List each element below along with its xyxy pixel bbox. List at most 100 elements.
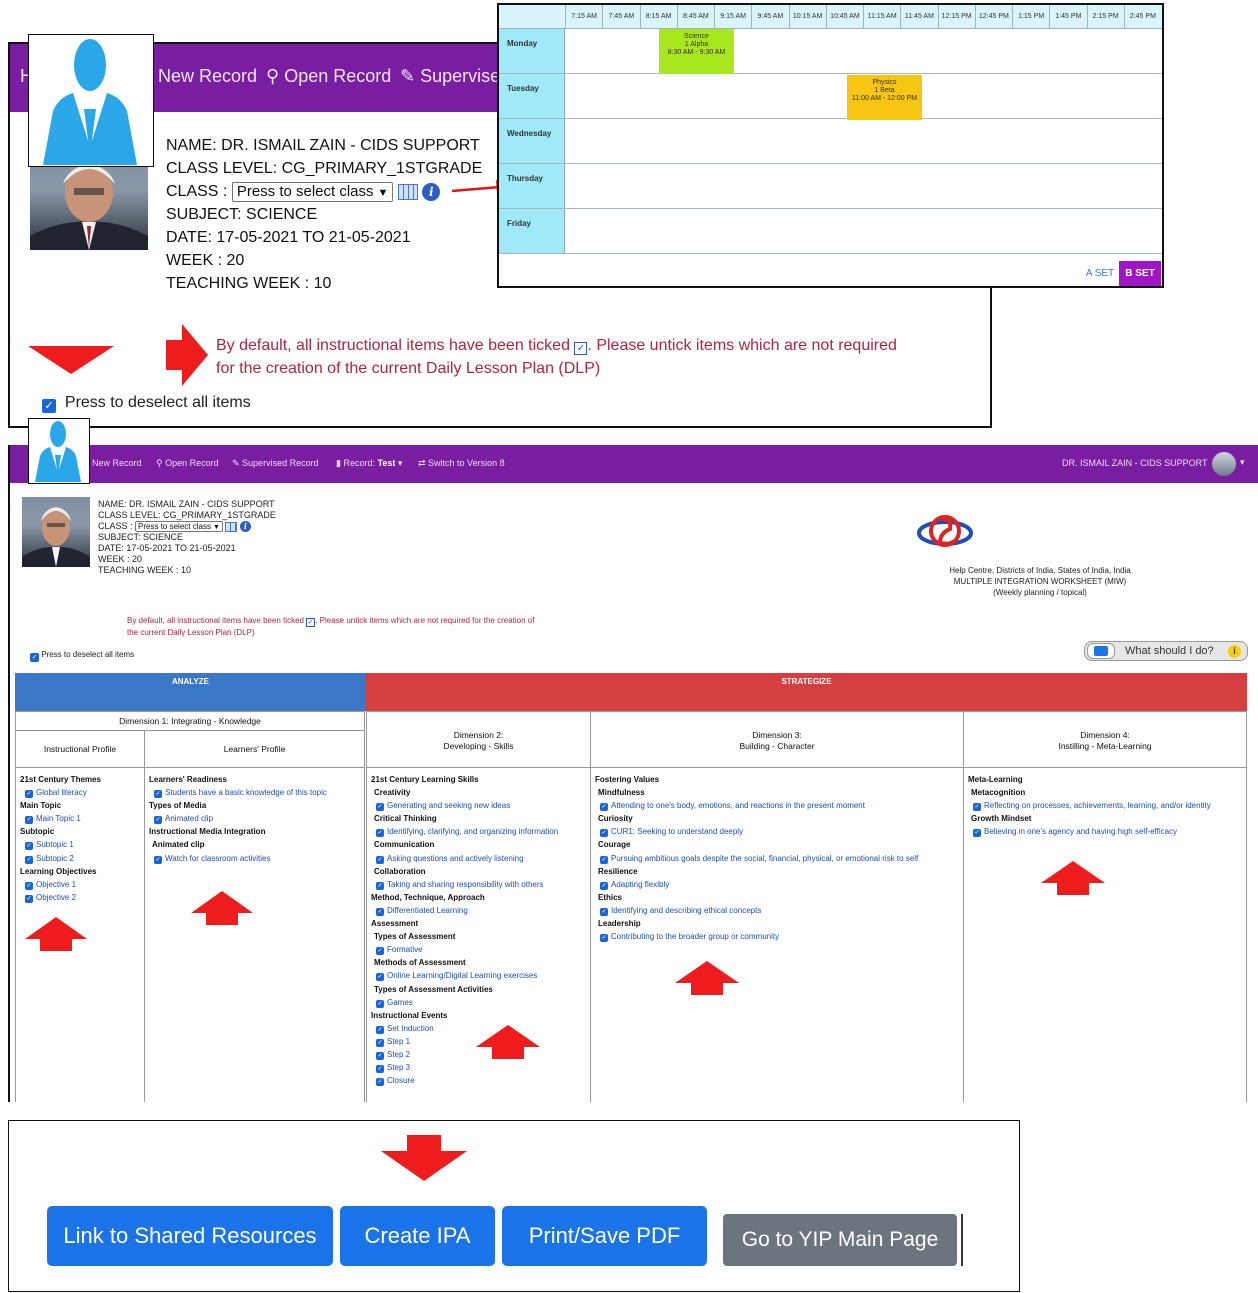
class-select-small[interactable]: Press to select class ▼ [135,521,223,532]
checkbox-checked[interactable]: ✓ [25,894,33,903]
class-select[interactable]: Press to select class ▼ [231,182,394,202]
checkbox-checked[interactable]: ✓ [25,855,33,864]
checkbox-checked[interactable]: ✓ [600,934,608,943]
timetable-event-science[interactable]: Science 1 Alpha 8:30 AM - 9:30 AM [659,29,734,74]
checkbox-checked[interactable]: ✓ [25,881,33,890]
checkbox-checked[interactable]: ✓ [973,803,981,812]
analyze-band: ANALYZE [15,673,366,711]
class-row: CLASS : Press to select class ▼ i [166,180,482,203]
checkbox-checked[interactable]: ✓ [600,881,608,890]
info-icon[interactable]: i [422,182,441,201]
section-heading: Animated clip [152,840,205,850]
checkbox-checked[interactable]: ✓ [376,1065,384,1074]
checklist-item[interactable]: ✓ Identifying, clarifying, and organizing… [371,825,558,838]
checklist-item[interactable]: ✓ Subtopic 1 [20,838,101,851]
link-shared-resources-button[interactable]: Link to Shared Resources [47,1206,333,1266]
b-set-button[interactable]: B SET [1119,261,1161,286]
checklist-item[interactable]: ✓ Pursuing ambitious goals despite the so… [595,852,918,865]
checklist-item[interactable]: ✓ Closure [371,1074,558,1087]
checkbox-checked[interactable]: ✓ [376,947,384,956]
nav-user-menu[interactable]: DR. ISMAIL ZAIN - CIDS SUPPORT [1062,458,1208,468]
checkbox-checked[interactable]: ✓ [154,816,162,825]
nav-new-record[interactable]: New Record [158,66,257,87]
checkbox-checked[interactable]: ✓ [376,803,384,812]
checklist-item[interactable]: ✓ Global literacy [20,786,101,799]
checklist-item[interactable]: ✓ Generating and seeking new ideas [371,799,558,812]
checklist-item[interactable]: ✓ Online Learning/Digital Learning exerci… [371,969,558,982]
checklist-item[interactable]: ✓ Main Topic 1 [20,812,101,825]
checklist-item[interactable]: ✓ Asking questions and actively listening [371,852,558,865]
checklist-item[interactable]: ✓ Reflecting on processes, achievements, … [968,799,1211,812]
checklist-item[interactable]: ✓ Students have a basic knowledge of this… [149,786,327,799]
checklist-item[interactable]: ✓ Objective 1 [20,878,101,891]
checkbox-checked[interactable]: ✓ [154,855,162,864]
checklist-item[interactable]: ✓ Attending to one's body, emotions, and … [595,799,918,812]
nav-switch-version[interactable]: ⇄ Switch to Version 8 [418,458,505,469]
deselect-all[interactable]: ✓ Press to deselect all items [42,394,251,413]
right-arrow-icon [166,324,208,386]
checkbox-checked[interactable]: ✓ [973,829,981,838]
checkbox-checked[interactable]: ✓ [25,790,33,799]
user-avatar[interactable] [1212,452,1236,476]
checkbox-checked[interactable]: ✓ [25,842,33,851]
nav-supervised-record[interactable]: ✎ Supervised Record [232,458,319,469]
deselect-all-small[interactable]: ✓ Press to deselect all items [30,650,134,662]
checkbox-checked[interactable]: ✓ [376,1051,384,1060]
checkbox-checked[interactable]: ✓ [376,1025,384,1034]
caret-down-icon[interactable]: ▾ [1240,457,1245,468]
main-navbar: New Record ⚲ Open Record ✎ Supervised Re… [10,445,1258,483]
create-ipa-button[interactable]: Create IPA [340,1206,495,1266]
checklist-item[interactable]: ✓ Contributing to the broader group or co… [595,930,918,943]
nav-supervised-record[interactable]: ✎ Supervisec [400,66,509,87]
checkbox-checked[interactable]: ✓ [376,999,384,1008]
checkbox-checked[interactable]: ✓ [154,790,162,799]
checkbox-checked[interactable]: ✓ [600,855,608,864]
checklist-item[interactable]: ✓ Watch for classroom activities [149,852,327,865]
checklist-item[interactable]: ✓ Animated clip [149,812,327,825]
checkbox-checked[interactable]: ✓ [42,399,56,413]
checklist-item[interactable]: ✓ Formative [371,943,558,956]
section-heading: Courage [598,840,631,850]
checklist-item[interactable]: ✓ Objective 2 [20,891,101,904]
teacher-photo-small [22,497,90,567]
timetable-day-label: Tuesday [499,74,565,118]
checklist-item[interactable]: ✓ Games [371,996,558,1009]
checkbox-checked[interactable]: ✓ [376,907,384,916]
checkbox-checked[interactable]: ✓ [376,855,384,864]
nav-open-record[interactable]: ⚲ Open Record [266,66,391,87]
checkbox-checked[interactable]: ✓ [376,1038,384,1047]
timetable-popup: 7:15 AM 7:45 AM 8:15 AM 8:45 AM 9:15 AM 9:45 … [497,3,1164,288]
go-to-yip-main-button[interactable]: Go to YIP Main Page [723,1214,957,1266]
checkbox-checked[interactable]: ✓ [376,1078,384,1087]
checklist-item[interactable]: ✓ Identifying and describing ethical conc… [595,904,918,917]
calendar-icon[interactable] [225,521,238,532]
checkbox-checked[interactable]: ✓ [600,803,608,812]
checklist-item[interactable]: ✓ Taking and sharing responsibility with … [371,878,558,891]
checkbox-checked[interactable]: ✓ [30,653,39,662]
section-heading: Metacognition [971,788,1026,798]
checkbox-checked[interactable]: ✓ [376,973,384,982]
checklist-item[interactable]: ✓ CUR1: Seeking to understand deeply [595,825,918,838]
what-should-i-do-button[interactable]: What should I do? i [1084,641,1248,661]
nav-new-record[interactable]: New Record [92,458,142,468]
a-set-button[interactable]: A SET [1081,261,1119,286]
checkbox-checked[interactable]: ✓ [376,829,384,838]
search-icon: ⚲ [266,66,285,86]
calendar-icon[interactable] [397,183,418,200]
checklist-item[interactable]: ✓ Subtopic 2 [20,852,101,865]
checklist-item[interactable]: ✓ Step 3 [371,1061,558,1074]
section-heading: Ethics [598,892,623,902]
checklist-item[interactable]: ✓ Differentiated Learning [371,904,558,917]
checklist-item[interactable]: ✓ Believing in one's agency and having hi… [968,825,1211,838]
info-icon[interactable]: i [239,521,251,533]
checklist-item[interactable]: ✓ Adapting flexibly [595,878,918,891]
checkbox-checked[interactable]: ✓ [25,816,33,825]
section-heading: Mindfulness [598,788,645,798]
checkbox-checked[interactable]: ✓ [600,907,608,916]
nav-record-dropdown[interactable]: ▮ Record: Test ▾ [336,458,402,469]
print-save-pdf-button[interactable]: Print/Save PDF [502,1206,707,1266]
nav-open-record[interactable]: ⚲ Open Record [156,458,219,469]
checkbox-checked[interactable]: ✓ [376,881,384,890]
timetable-event-physics[interactable]: Physics 1 Beta 11:00 AM - 12:00 PM [847,75,922,120]
checkbox-checked[interactable]: ✓ [600,829,608,838]
